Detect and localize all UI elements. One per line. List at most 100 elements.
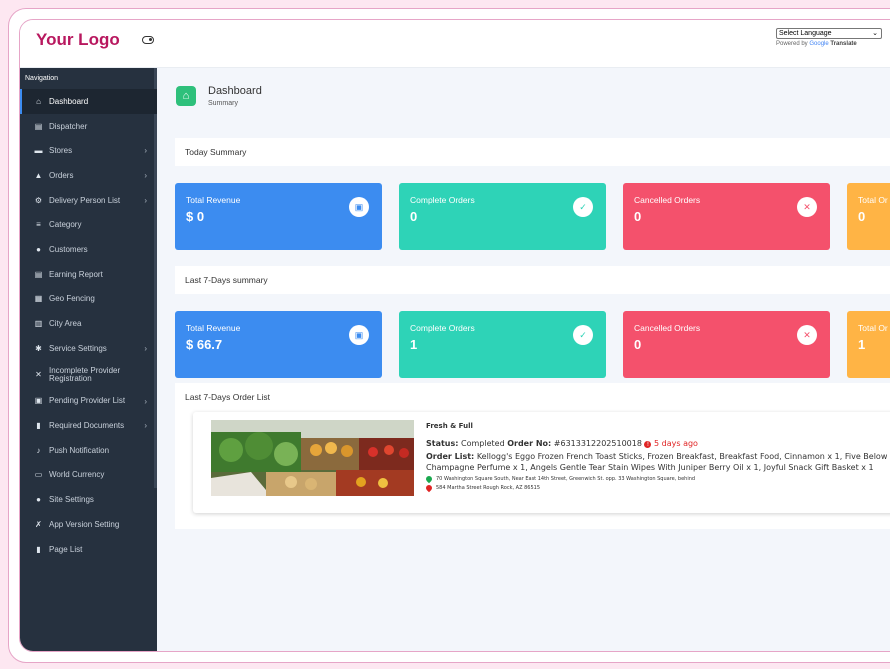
sidebar-item-label: Page List — [49, 544, 83, 554]
money-bill-icon: ▣ — [349, 197, 369, 217]
app-window: Your Logo Select Language ⌄ Powered by G… — [19, 19, 890, 652]
week-card-total-revenue[interactable]: Total Revenue $ 66.7 ▣ — [175, 311, 382, 378]
dispatcher-icon: ▤ — [34, 121, 43, 131]
dropoff-pin-icon — [424, 483, 434, 493]
page-title: Dashboard — [208, 85, 262, 97]
sidebar-item-label: Pending Provider List — [49, 396, 126, 406]
user-slash-icon: ✕ — [35, 370, 42, 380]
sidebar-item-pending-provider-list[interactable]: ▣ Pending Provider List › — [20, 389, 157, 414]
chevron-right-icon: › — [144, 146, 147, 156]
logo[interactable]: Your Logo — [36, 30, 120, 50]
chevron-right-icon: › — [144, 421, 147, 431]
week-card-complete-orders[interactable]: Complete Orders 1 ✓ — [399, 311, 606, 378]
bell-icon: ♪ — [36, 445, 41, 455]
translate-link[interactable]: Translate — [830, 41, 856, 47]
sidebar-item-geo-fencing[interactable]: ▦ Geo Fencing — [20, 287, 157, 312]
card-label: Total Revenue — [186, 323, 241, 333]
sidebar-title: Navigation — [25, 75, 59, 82]
sidebar-item-label: Required Documents — [49, 421, 125, 431]
sidebar-item-site-settings[interactable]: ● Site Settings — [20, 487, 157, 512]
week-summary-title: Last 7-Days summary — [185, 275, 268, 285]
week-card-total-or[interactable]: Total Or 1 — [847, 311, 890, 378]
pickup-address-row: 70 Washington Square South, Near East 14… — [424, 474, 890, 484]
sidebar-item-category[interactable]: ≡ Category — [20, 212, 157, 237]
store-image — [211, 420, 414, 496]
language-widget: Select Language ⌄ Powered by Google Tran… — [776, 28, 882, 47]
money-bill-icon: ▣ — [349, 325, 369, 345]
order-items-line: Order List: Kellogg's Eggo Frozen French… — [426, 451, 890, 473]
sidebar-item-stores[interactable]: ▬ Stores › — [20, 138, 157, 163]
sidebar-item-app-version-setting[interactable]: ✗ App Version Setting — [20, 512, 157, 537]
card-label: Cancelled Orders — [634, 195, 701, 205]
sidebar-item-label: Dispatcher — [49, 121, 88, 131]
clipboard-check-icon: ✓ — [573, 197, 593, 217]
order-time-ago: 5 days ago — [654, 439, 698, 448]
card-value: 0 — [858, 209, 866, 224]
sidebar-item-label: Dashboard — [49, 96, 89, 106]
list-icon: ≡ — [36, 220, 41, 230]
home-icon: ⌂ — [36, 96, 41, 106]
today-card-total-or[interactable]: Total Or 0 — [847, 183, 890, 250]
alert-icon: ! — [644, 441, 652, 448]
sidebar-item-orders[interactable]: ▲ Orders › — [20, 163, 157, 188]
home-icon: ⌂ — [176, 86, 196, 106]
document-icon: ▮ — [36, 421, 41, 431]
sidebar-item-city-area[interactable]: ▥ City Area — [20, 311, 157, 336]
today-card-complete-orders[interactable]: Complete Orders 0 ✓ — [399, 183, 606, 250]
top-bar: Your Logo Select Language ⌄ Powered by G… — [20, 20, 890, 68]
powered-by-label: Powered by — [776, 41, 808, 47]
google-logo-text: Google — [809, 41, 829, 47]
week-card-cancelled-orders[interactable]: Cancelled Orders 0 ✕ — [623, 311, 830, 378]
sidebar-item-push-notification[interactable]: ♪ Push Notification — [20, 438, 157, 463]
sidebar-item-delivery-person-list[interactable]: ⚙ Delivery Person List › — [20, 188, 157, 213]
pickup-address: 70 Washington Square South, Near East 14… — [436, 476, 696, 482]
chevron-down-icon: ⌄ — [872, 30, 878, 37]
sidebar-item-service-settings[interactable]: ✱ Service Settings › — [20, 336, 157, 361]
sidebar-item-required-documents[interactable]: ▮ Required Documents › — [20, 413, 157, 438]
sidebar-item-label: Stores — [49, 146, 73, 156]
card-label: Total Revenue — [186, 195, 241, 205]
card-value: 1 — [410, 337, 418, 352]
dropoff-address-row: 584 Martha Street Rough Rock, AZ 86515 — [424, 483, 890, 493]
sidebar-item-dashboard[interactable]: ⌂ Dashboard — [20, 89, 157, 114]
page-subtitle: Summary — [208, 100, 238, 107]
map-icon: ▦ — [34, 294, 43, 304]
today-card-total-revenue[interactable]: Total Revenue $ 0 ▣ — [175, 183, 382, 250]
sidebar-item-page-list[interactable]: ▮ Page List — [20, 537, 157, 562]
today-card-cancelled-orders[interactable]: Cancelled Orders 0 ✕ — [623, 183, 830, 250]
order-card[interactable]: Fresh & Full Status: Completed Order No:… — [193, 412, 890, 513]
order-number: #6313312202510018 — [553, 439, 642, 448]
powered-by-text: Powered by Google Translate — [776, 41, 882, 47]
sidebar-item-incomplete-provider-registration[interactable]: ✕ Incomplete Provider Registration — [20, 361, 157, 389]
sidebar-item-label: City Area — [49, 319, 82, 329]
card-label: Total Or — [858, 323, 888, 333]
chevron-right-icon: › — [144, 343, 147, 353]
sidebar-item-label: App Version Setting — [49, 519, 120, 529]
card-label: Complete Orders — [410, 323, 475, 333]
dropoff-address: 584 Martha Street Rough Rock, AZ 86515 — [436, 485, 541, 491]
sidebar-item-customers[interactable]: ● Customers — [20, 237, 157, 262]
order-store-name: Fresh & Full — [426, 422, 473, 430]
chevron-right-icon: › — [144, 171, 147, 181]
sidebar-item-label: Site Settings — [49, 495, 94, 505]
sidebar-item-earning-report[interactable]: ▤ Earning Report — [20, 262, 157, 287]
language-select[interactable]: Select Language ⌄ — [776, 28, 882, 39]
store-icon: ▬ — [34, 146, 43, 156]
sidebar-item-dispatcher[interactable]: ▤ Dispatcher — [20, 114, 157, 139]
sidebar-item-label: World Currency — [49, 470, 105, 480]
pickup-pin-icon — [424, 474, 434, 484]
sidebar-item-world-currency[interactable]: ▭ World Currency — [20, 463, 157, 488]
money-icon: ▭ — [34, 470, 43, 480]
clipboard-check-icon: ✓ — [573, 325, 593, 345]
sidebar-item-label: Delivery Person List — [49, 195, 121, 205]
cart-x-icon: ✕ — [797, 197, 817, 217]
bag-icon: ▲ — [34, 170, 43, 180]
sidebar: Navigation ⌂ Dashboard ▤ Dispatcher ▬ Stores ›… — [20, 68, 157, 651]
order-details: Fresh & Full Status: Completed Order No:… — [424, 422, 890, 493]
order-list-label: Order List: — [426, 452, 475, 461]
sidebar-toggle-icon[interactable] — [142, 36, 154, 44]
device-frame: Your Logo Select Language ⌄ Powered by G… — [8, 8, 890, 663]
chevron-right-icon: › — [144, 396, 147, 406]
order-status: Completed — [461, 439, 505, 448]
order-status-line: Status: Completed Order No: #63133122025… — [426, 439, 890, 448]
